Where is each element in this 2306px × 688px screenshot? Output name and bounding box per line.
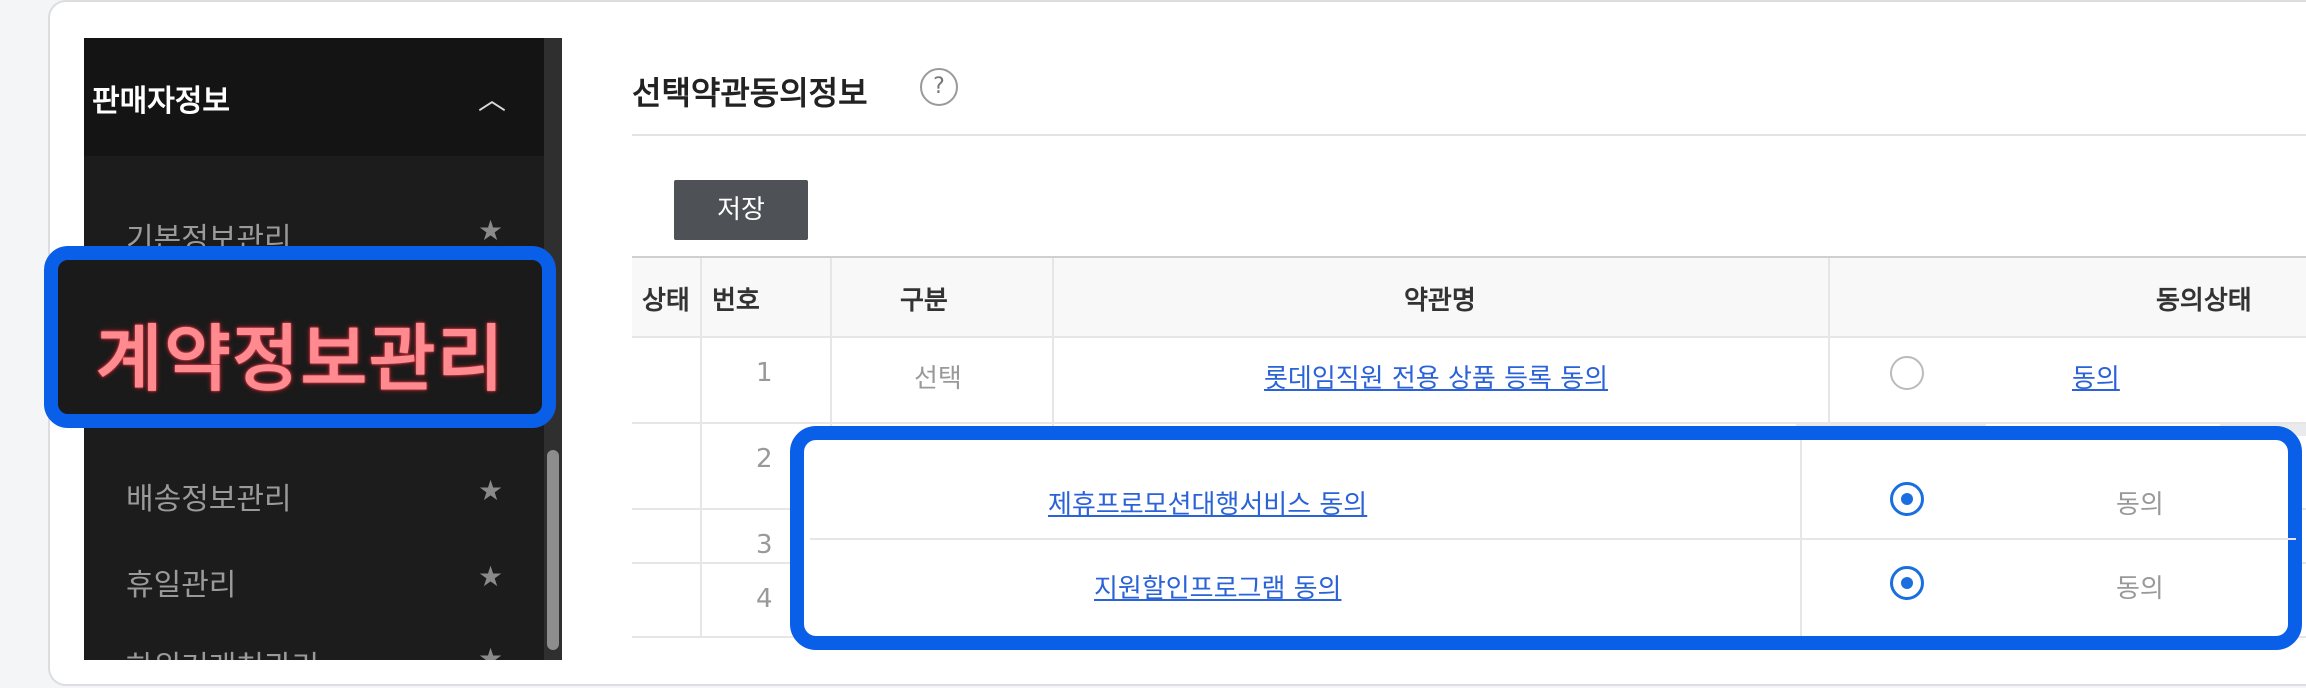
star-icon[interactable]: ★ (478, 214, 503, 247)
star-icon[interactable]: ★ (478, 642, 503, 660)
highlighted-item-label: 계약정보관리 (96, 317, 506, 401)
column-header-consent-status: 동의상태 (2156, 286, 2252, 316)
sidebar-item-label: 휴일관리 (126, 568, 237, 603)
row-number: 2 (756, 444, 773, 474)
star-icon[interactable]: ★ (478, 560, 503, 593)
divider (632, 134, 2306, 136)
column-divider (1800, 440, 1802, 636)
terms-link[interactable]: 제휴프로모션대행서비스 동의 (1048, 484, 1367, 521)
column-header-type: 구분 (900, 286, 948, 316)
save-button[interactable]: 저장 (674, 180, 808, 240)
column-header-terms-name: 약관명 (1404, 286, 1476, 316)
consent-radio-selected[interactable] (1890, 482, 1924, 516)
row-number: 4 (756, 584, 773, 614)
sidebar-section-header[interactable]: 판매자정보 ︿ (84, 38, 544, 156)
consent-radio-selected[interactable] (1890, 566, 1924, 600)
scrollbar-thumb[interactable] (547, 450, 559, 650)
consent-link[interactable]: 동의 (2072, 358, 2120, 395)
terms-link[interactable]: 지원할인프로그램 동의 (1094, 568, 1341, 605)
terms-link[interactable]: 롯데임직원 전용 상품 등록 동의 (1264, 358, 1608, 395)
chevron-up-icon[interactable]: ︿ (478, 78, 506, 118)
row-divider (632, 336, 2306, 338)
column-header-status: 상태 (642, 286, 690, 316)
row-number: 1 (756, 358, 773, 388)
sidebar-item-label: 배송정보관리 (126, 482, 292, 517)
row-number: 3 (756, 530, 773, 560)
row-divider (810, 538, 2296, 540)
sidebar-item-sub-vendors[interactable]: 하위거래처관리 ★ (84, 618, 544, 660)
page-title: 선택약관동의정보 (632, 74, 868, 112)
column-divider (700, 258, 702, 638)
consent-radio[interactable] (1890, 356, 1924, 390)
consent-text: 동의 (2116, 490, 2164, 520)
column-header-number: 번호 (712, 286, 760, 316)
sidebar-item-holidays[interactable]: 휴일관리 ★ (84, 536, 544, 616)
row-divider (632, 422, 2306, 424)
consent-text: 동의 (2116, 574, 2164, 604)
sidebar-item-shipping-info[interactable]: 배송정보관리 ★ (84, 450, 544, 530)
sidebar-section-title: 판매자정보 (92, 84, 230, 119)
help-icon[interactable]: ? (920, 68, 958, 106)
sidebar-item-contract-info-highlight[interactable]: 계약정보관리 (44, 246, 556, 428)
star-icon[interactable]: ★ (478, 474, 503, 507)
sidebar-item-label: 하위거래처관리 (126, 642, 319, 660)
row-type: 선택 (914, 364, 962, 394)
